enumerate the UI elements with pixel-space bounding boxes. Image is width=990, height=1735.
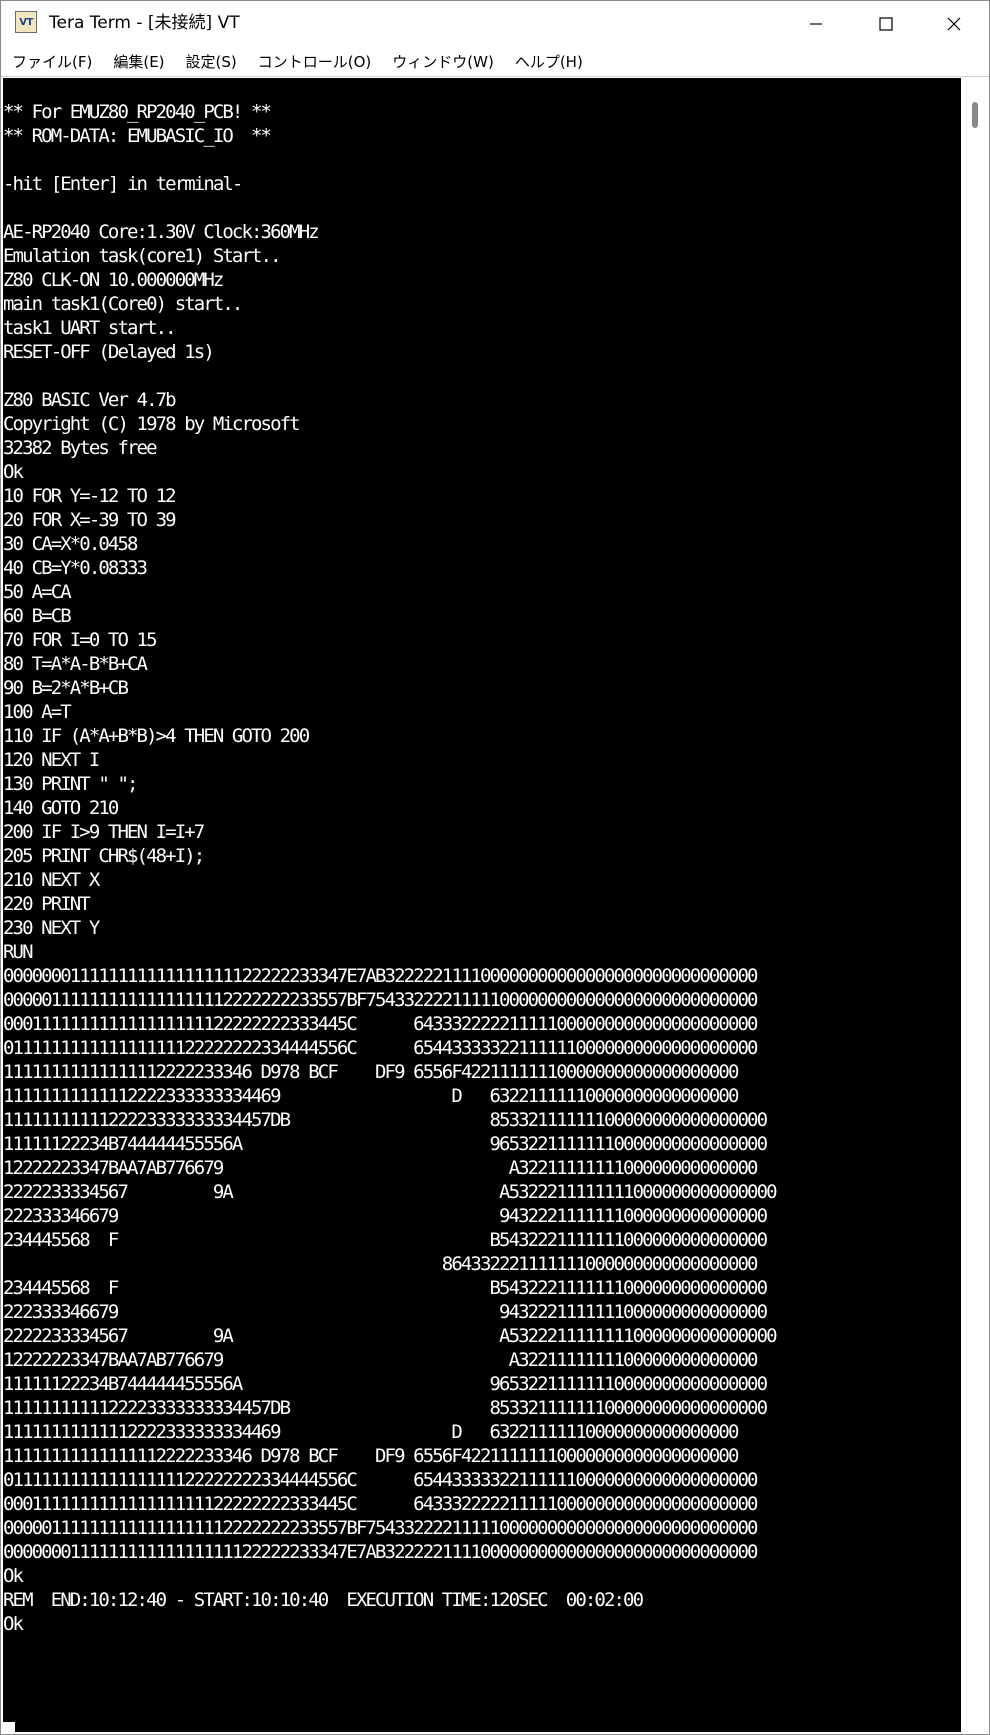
terminal-line: 1111111111122223333333334457DB 853321111…: [3, 1397, 768, 1419]
vertical-scrollbar[interactable]: [961, 78, 989, 1732]
terminal-line: 32382 Bytes free: [3, 437, 158, 459]
terminal-line: 11111111111112222333333334469 D 63221111…: [3, 1085, 739, 1107]
terminal-line: task1 UART start..: [3, 317, 177, 339]
terminal-line: 011111111111111111122222222334444556C 65…: [3, 1037, 758, 1059]
maximize-button[interactable]: [851, 1, 921, 46]
terminal-line: 2222233334567 9A A5322211111111000000000…: [3, 1181, 778, 1203]
terminal-line: 110 IF (A*A+B*B)>4 THEN GOTO 200: [3, 725, 310, 747]
terminal-line: 120 NEXT I: [3, 749, 100, 771]
terminal-line: Z80 CLK-ON 10.000000MHz: [3, 269, 224, 291]
menu-control[interactable]: コントロール(O): [258, 51, 372, 72]
teraterm-window: VT Tera Term - [未接続] VT ファイル(F) 編集(E) 設定…: [0, 0, 990, 1735]
terminal-line: 90 B=2*A*B+CB: [3, 677, 129, 699]
terminal-line: 000001111111111111111112222222233557BF75…: [3, 989, 758, 1011]
minimize-icon: [810, 22, 822, 25]
terminal-line: Ok: [3, 1613, 24, 1635]
terminal-line: 11111111111111112222233346 D978 BCF DF9 …: [3, 1445, 739, 1467]
terminal-line: 011111111111111111122222222334444556C 65…: [3, 1469, 758, 1491]
terminal-line: 222333346679 943222111111100000000000000…: [3, 1301, 768, 1323]
terminal-line: 1111111111122223333333334457DB 853321111…: [3, 1109, 768, 1131]
menu-bar: ファイル(F) 編集(E) 設定(S) コントロール(O) ウィンドウ(W) ヘ…: [1, 46, 989, 76]
terminal-line: main task1(Core0) start..: [3, 293, 243, 315]
terminal-line: 234445568 F B543222111111100000000000000…: [3, 1229, 768, 1251]
title-bar[interactable]: VT Tera Term - [未接続] VT: [1, 1, 989, 46]
terminal-line: Emulation task(core1) Start..: [3, 245, 282, 267]
terminal-line: 210 NEXT X: [3, 869, 100, 891]
terminal-line: Z80 BASIC Ver 4.7b: [3, 389, 177, 411]
terminal-screen[interactable]: ** For EMUZ80_RP2040_PCB! ** ** ROM-DATA…: [3, 78, 961, 1732]
terminal-line: 11111111111111112222233346 D978 BCF DF9 …: [3, 1061, 739, 1083]
terminal-line: 000111111111111111111122222222333445C 64…: [3, 1493, 758, 1515]
terminal-line: 000000011111111111111111122222233347E7AB…: [3, 1541, 758, 1563]
terminal-line: 12222223347BAA7AB776679 A322111111110000…: [3, 1157, 758, 1179]
menu-file[interactable]: ファイル(F): [12, 51, 92, 72]
terminal-line: 205 PRINT CHR$(48+I);: [3, 845, 205, 867]
maximize-icon: [879, 16, 893, 31]
terminal-line: 11111111111112222333333334469 D 63221111…: [3, 1421, 739, 1443]
terminal-line: 20 FOR X=-39 TO 39: [3, 509, 177, 531]
terminal-cursor: [3, 1722, 15, 1732]
terminal-line: Copyright (C) 1978 by Microsoft: [3, 413, 301, 435]
terminal-line: 220 PRINT: [3, 893, 91, 915]
terminal-line: 12222223347BAA7AB776679 A322111111110000…: [3, 1349, 758, 1371]
menu-help[interactable]: ヘルプ(H): [515, 51, 583, 72]
close-icon: [947, 17, 961, 30]
terminal-line: 234445568 F B543222111111100000000000000…: [3, 1277, 768, 1299]
scrollbar-thumb[interactable]: [972, 102, 978, 128]
terminal-line: Ok: [3, 461, 24, 483]
terminal-line: 80 T=A*A-B*B+CA: [3, 653, 148, 675]
terminal-line: AE-RP2040 Core:1.30V Clock:360MHz: [3, 221, 320, 243]
menu-window[interactable]: ウィンドウ(W): [392, 51, 494, 72]
close-button[interactable]: [919, 1, 989, 46]
terminal-line: 200 IF I>9 THEN I=I+7: [3, 821, 205, 843]
terminal-output: ** For EMUZ80_RP2040_PCB! ** ** ROM-DATA…: [3, 100, 778, 1636]
teraterm-app-icon[interactable]: VT: [15, 11, 37, 33]
terminal-line: 000000011111111111111111122222233347E7AB…: [3, 965, 758, 987]
terminal-line: 11111122234B744444455556A 96532211111110…: [3, 1373, 768, 1395]
terminal-line: 130 PRINT " ";: [3, 773, 138, 795]
minimize-button[interactable]: [781, 1, 851, 46]
menu-divider: [1, 76, 989, 77]
terminal-line: 10 FOR Y=-12 TO 12: [3, 485, 177, 507]
terminal-line: Ok: [3, 1565, 24, 1587]
terminal-line: 000111111111111111111122222222333445C 64…: [3, 1013, 758, 1035]
window-title: Tera Term - [未接続] VT: [49, 13, 240, 33]
terminal-line: 40 CB=Y*0.08333: [3, 557, 148, 579]
terminal-line: 100 A=T: [3, 701, 72, 723]
terminal-line: 864332221111111000000000000000000: [3, 1253, 759, 1275]
menu-settings[interactable]: 設定(S): [186, 51, 237, 72]
terminal-line: 000001111111111111111112222222233557BF75…: [3, 1517, 758, 1539]
terminal-line: 2222233334567 9A A5322211111111000000000…: [3, 1325, 778, 1347]
terminal-line: 60 B=CB: [3, 605, 72, 627]
menu-edit[interactable]: 編集(E): [113, 51, 164, 72]
terminal-line: -hit [Enter] in terminal-: [3, 173, 243, 195]
terminal-line: 70 FOR I=0 TO 15: [3, 629, 158, 651]
terminal-line: RUN: [3, 941, 34, 963]
terminal-line: ** For EMUZ80_RP2040_PCB! **: [3, 101, 272, 123]
terminal-line: REM END:10:12:40 - START:10:10:40 EXECUT…: [3, 1589, 644, 1611]
terminal-line: 230 NEXT Y: [3, 917, 100, 939]
terminal-line: ** ROM-DATA: EMUBASIC_IO **: [3, 125, 272, 147]
terminal-line: 222333346679 943222111111100000000000000…: [3, 1205, 768, 1227]
terminal-line: 11111122234B744444455556A 96532211111110…: [3, 1133, 768, 1155]
terminal-line: 140 GOTO 210: [3, 797, 119, 819]
terminal-line: 50 A=CA: [3, 581, 72, 603]
terminal-line: RESET-OFF (Delayed 1s): [3, 341, 215, 363]
terminal-line: 30 CA=X*0.0458: [3, 533, 138, 555]
